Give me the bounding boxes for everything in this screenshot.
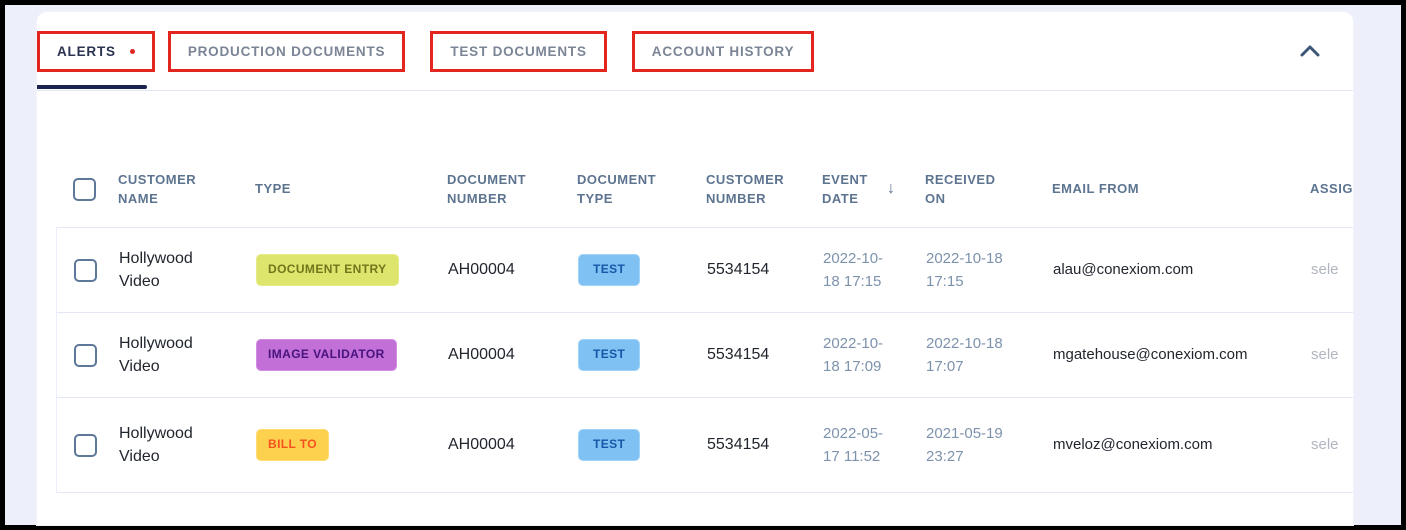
tab-account-history-label: ACCOUNT HISTORY bbox=[652, 44, 795, 59]
assigned-select[interactable]: sele bbox=[1311, 434, 1353, 456]
header-customer-number[interactable]: CUSTOMER NUMBER bbox=[706, 170, 822, 209]
customer-number-cell: 5534154 bbox=[707, 343, 823, 366]
row-checkbox[interactable] bbox=[74, 434, 97, 457]
assigned-select[interactable]: sele bbox=[1311, 344, 1353, 366]
header-assigned[interactable]: ASSIG bbox=[1310, 179, 1353, 199]
collapse-panel-button[interactable] bbox=[1293, 34, 1327, 68]
type-cell: BILL TO bbox=[256, 429, 448, 460]
customer-number-cell: 5534154 bbox=[707, 433, 823, 456]
event-date-cell: 2022-05-17 11:52 bbox=[823, 422, 926, 469]
customer-name-cell: Hollywood Video bbox=[119, 332, 256, 378]
sort-descending-icon[interactable]: ↓ bbox=[887, 177, 896, 201]
document-type-cell: TEST bbox=[578, 429, 707, 460]
chevron-up-icon bbox=[1300, 45, 1320, 57]
type-badge: BILL TO bbox=[256, 429, 329, 460]
annotation-dot bbox=[130, 49, 135, 54]
header-document-type[interactable]: DOCUMENT TYPE bbox=[577, 170, 706, 209]
table-row: Hollywood Video DOCUMENT ENTRY AH00004 T… bbox=[57, 227, 1353, 312]
table-body: Hollywood Video DOCUMENT ENTRY AH00004 T… bbox=[56, 227, 1353, 493]
type-badge: IMAGE VALIDATOR bbox=[256, 339, 397, 370]
header-document-number[interactable]: DOCUMENT NUMBER bbox=[447, 170, 577, 209]
type-cell: IMAGE VALIDATOR bbox=[256, 339, 448, 370]
document-number-cell: AH00004 bbox=[448, 343, 578, 366]
email-from-cell: alau@conexiom.com bbox=[1053, 259, 1311, 281]
tab-production-documents[interactable]: PRODUCTION DOCUMENTS bbox=[168, 31, 406, 72]
tab-test-documents-label: TEST DOCUMENTS bbox=[450, 44, 586, 59]
tab-bar: ALERTS PRODUCTION DOCUMENTS TEST DOCUMEN… bbox=[37, 12, 1353, 91]
type-badge: DOCUMENT ENTRY bbox=[256, 254, 399, 285]
header-checkbox-cell bbox=[56, 178, 118, 201]
received-on-cell: 2021-05-19 23:27 bbox=[926, 422, 1053, 469]
active-tab-underline bbox=[37, 85, 147, 89]
header-customer-name[interactable]: CUSTOMER NAME bbox=[118, 170, 255, 209]
row-checkbox[interactable] bbox=[74, 259, 97, 282]
document-number-cell: AH00004 bbox=[448, 258, 578, 281]
row-checkbox-cell bbox=[57, 434, 119, 457]
document-type-cell: TEST bbox=[578, 254, 707, 285]
email-from-cell: mveloz@conexiom.com bbox=[1053, 434, 1311, 456]
header-event-date[interactable]: EVENT DATE ↓ bbox=[822, 170, 925, 209]
type-cell: DOCUMENT ENTRY bbox=[256, 254, 448, 285]
customer-name-cell: Hollywood Video bbox=[119, 247, 256, 293]
assigned-select[interactable]: sele bbox=[1311, 259, 1353, 281]
email-from-cell: mgatehouse@conexiom.com bbox=[1053, 344, 1311, 366]
screenshot-root: { "tabs": { "active": "ALERTS", "items":… bbox=[0, 0, 1406, 530]
document-type-cell: TEST bbox=[578, 339, 707, 370]
table-row: Hollywood Video BILL TO AH00004 TEST 553… bbox=[57, 397, 1353, 493]
document-type-badge: TEST bbox=[578, 254, 640, 285]
table-row: Hollywood Video IMAGE VALIDATOR AH00004 … bbox=[57, 312, 1353, 397]
customer-number-cell: 5534154 bbox=[707, 258, 823, 281]
tab-alerts[interactable]: ALERTS bbox=[37, 31, 155, 72]
row-checkbox-cell bbox=[57, 344, 119, 367]
select-all-checkbox[interactable] bbox=[73, 178, 96, 201]
document-number-cell: AH00004 bbox=[448, 433, 578, 456]
row-checkbox-cell bbox=[57, 259, 119, 282]
tab-production-documents-label: PRODUCTION DOCUMENTS bbox=[188, 44, 386, 59]
document-type-badge: TEST bbox=[578, 339, 640, 370]
customer-name-cell: Hollywood Video bbox=[119, 422, 256, 468]
tab-test-documents[interactable]: TEST DOCUMENTS bbox=[430, 31, 606, 72]
header-email-from[interactable]: EMAIL FROM bbox=[1052, 179, 1310, 199]
row-checkbox[interactable] bbox=[74, 344, 97, 367]
header-received-on[interactable]: RECEIVED ON bbox=[925, 170, 1052, 209]
table-container: CUSTOMER NAME TYPE DOCUMENT NUMBER DOCUM… bbox=[37, 91, 1353, 525]
table-header-row: CUSTOMER NAME TYPE DOCUMENT NUMBER DOCUM… bbox=[56, 151, 1353, 227]
event-date-cell: 2022-10-18 17:09 bbox=[823, 332, 926, 379]
event-date-cell: 2022-10-18 17:15 bbox=[823, 247, 926, 294]
received-on-cell: 2022-10-18 17:15 bbox=[926, 247, 1053, 294]
tab-alerts-label: ALERTS bbox=[57, 44, 116, 59]
tab-account-history[interactable]: ACCOUNT HISTORY bbox=[632, 31, 815, 72]
received-on-cell: 2022-10-18 17:07 bbox=[926, 332, 1053, 379]
document-type-badge: TEST bbox=[578, 429, 640, 460]
documents-panel: ALERTS PRODUCTION DOCUMENTS TEST DOCUMEN… bbox=[37, 12, 1353, 525]
header-type[interactable]: TYPE bbox=[255, 179, 447, 199]
